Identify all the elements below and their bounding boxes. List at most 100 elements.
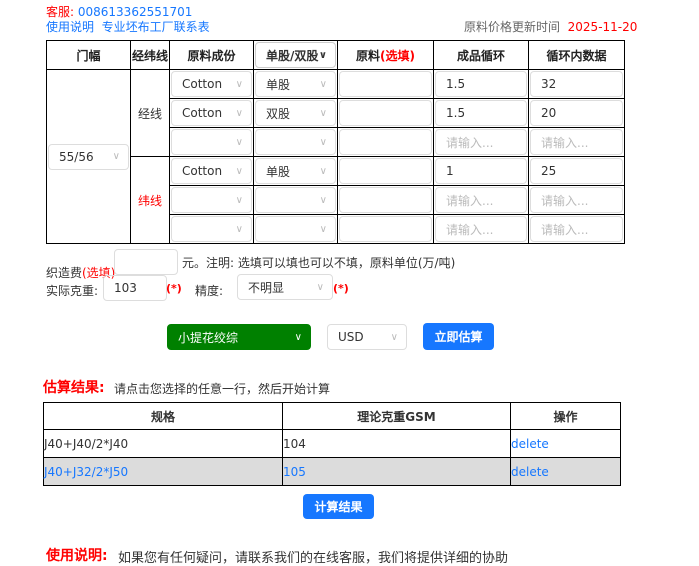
- raw-input[interactable]: [339, 71, 432, 97]
- delete-link[interactable]: delete: [511, 437, 549, 451]
- col-cycle-data: 循环内数据: [528, 40, 625, 70]
- col-action: 操作: [510, 402, 621, 430]
- col-cycle: 成品循环: [433, 40, 529, 70]
- material-select[interactable]: Cotton ∨: [171, 158, 252, 184]
- col-raw: 原料(选填): [337, 40, 434, 70]
- results-table: 规格 理论克重GSM 操作 J40+J40/2*J40 104 delete J40+J…: [43, 402, 621, 486]
- precision-label: 精度:: [195, 284, 224, 298]
- cycle-input[interactable]: 1.5: [435, 100, 527, 126]
- currency-select[interactable]: USD ∨: [327, 324, 407, 350]
- ply-select[interactable]: 单股 ∨: [255, 71, 336, 97]
- chevron-down-icon: ∨: [235, 223, 243, 235]
- chevron-down-icon: ∨: [294, 331, 302, 343]
- chevron-down-icon: ∨: [319, 194, 327, 206]
- raw-input[interactable]: [339, 187, 432, 213]
- chevron-down-icon: ∨: [319, 223, 327, 235]
- material-select-value: Cotton: [182, 164, 223, 178]
- yarn-row: 纬线 Cotton ∨ 单股 ∨ 1 25: [47, 156, 625, 244]
- cycle-input[interactable]: 1.5: [435, 71, 527, 97]
- cycle-input[interactable]: 请输入...: [435, 216, 527, 242]
- weight-required: (*): [166, 282, 182, 295]
- width-value: 55/56: [59, 149, 94, 164]
- ply-header-label: 单股/双股: [266, 48, 319, 63]
- raw-input[interactable]: [339, 100, 432, 126]
- cycle-data-input[interactable]: 请输入...: [530, 216, 623, 242]
- fee-note: 元。注明: 选填可以填也可以不填，原料单位(万/吨): [182, 256, 456, 270]
- chevron-down-icon: ∨: [112, 151, 120, 162]
- ply-select-value: 单股: [266, 77, 291, 92]
- weft-label: 纬线: [130, 156, 170, 244]
- type-select[interactable]: 小提花绞综 ∨: [167, 324, 311, 350]
- cycle-data-input[interactable]: 32: [530, 71, 623, 97]
- chevron-down-icon: ∨: [235, 136, 243, 148]
- fee-label: 织造费: [46, 266, 83, 280]
- ply-select[interactable]: ∨: [255, 129, 336, 155]
- results-title: 估算结果:: [43, 380, 105, 396]
- weight-input[interactable]: 103: [103, 275, 167, 301]
- service-phone[interactable]: 008613362551701: [78, 5, 193, 19]
- chevron-down-icon: ∨: [390, 331, 398, 343]
- chevron-down-icon: ∨: [319, 78, 327, 90]
- results-hint: 请点击您选择的任意一行，然后开始计算: [114, 382, 331, 396]
- ply-select[interactable]: ∨: [255, 216, 336, 242]
- calculate-button[interactable]: 计算结果: [303, 494, 374, 519]
- material-select[interactable]: Cotton ∨: [171, 100, 252, 126]
- precision-select[interactable]: 不明显 ∨: [237, 274, 333, 300]
- result-row[interactable]: J40+J32/2*J50 105 delete: [43, 457, 621, 486]
- col-material: 原料成份: [169, 40, 254, 70]
- spec: J40+J32/2*J50: [43, 457, 283, 486]
- fee-input[interactable]: [114, 249, 178, 275]
- factory-link[interactable]: 专业坯布工厂联系表: [102, 20, 210, 34]
- chevron-down-icon: ∨: [318, 49, 327, 61]
- yarn-table: 门幅 经纬线 原料成份 单股/双股 ∨ 原料(选填) 成品循环 循环内数据 55/…: [46, 40, 625, 244]
- cycle-data-input[interactable]: 请输入...: [530, 187, 623, 213]
- type-value: 小提花绞综: [178, 330, 239, 345]
- cycle-data-input[interactable]: 请输入...: [530, 129, 623, 155]
- usage-link[interactable]: 使用说明: [46, 20, 94, 34]
- weight-label: 实际克重:: [46, 284, 99, 298]
- material-select[interactable]: ∨: [171, 187, 252, 213]
- chevron-down-icon: ∨: [316, 281, 324, 293]
- ply-select-value: 单股: [266, 164, 291, 179]
- ply-select[interactable]: 双股 ∨: [255, 100, 336, 126]
- chevron-down-icon: ∨: [319, 165, 327, 177]
- result-row[interactable]: J40+J40/2*J40 104 delete: [43, 429, 621, 458]
- service-label: 客服:: [46, 5, 75, 19]
- ply-select[interactable]: 单股 ∨: [255, 158, 336, 184]
- col-ply[interactable]: 单股/双股 ∨: [253, 40, 338, 70]
- raw-input[interactable]: [339, 129, 432, 155]
- footer-title: 使用说明:: [46, 548, 108, 564]
- chevron-down-icon: ∨: [235, 165, 243, 177]
- material-select[interactable]: ∨: [171, 216, 252, 242]
- currency-value: USD: [338, 330, 364, 344]
- cycle-input[interactable]: 1: [435, 158, 527, 184]
- ply-select[interactable]: ∨: [255, 187, 336, 213]
- chevron-down-icon: ∨: [235, 107, 243, 119]
- cycle-input[interactable]: 请输入...: [435, 129, 527, 155]
- warp-label: 经线: [130, 69, 170, 157]
- top-links: 使用说明 专业坯布工厂联系表: [46, 18, 210, 35]
- update-date: 2025-11-20: [567, 20, 638, 34]
- cycle-data-input[interactable]: 20: [530, 100, 623, 126]
- material-select[interactable]: ∨: [171, 129, 252, 155]
- raw-input[interactable]: [339, 216, 432, 242]
- cycle-input[interactable]: 请输入...: [435, 187, 527, 213]
- delete-link[interactable]: delete: [511, 465, 549, 479]
- col-gsm: 理论克重GSM: [282, 402, 511, 430]
- chevron-down-icon: ∨: [319, 107, 327, 119]
- width-select[interactable]: 55/56 ∨: [48, 143, 129, 170]
- raw-input[interactable]: [339, 158, 432, 184]
- price-update: 原料价格更新时间 2025-11-20: [464, 18, 637, 35]
- estimate-button[interactable]: 立即估算: [423, 323, 494, 350]
- col-spec: 规格: [43, 402, 283, 430]
- col-width: 门幅: [46, 40, 131, 70]
- cycle-data-input[interactable]: 25: [530, 158, 623, 184]
- material-select[interactable]: Cotton ∨: [171, 71, 252, 97]
- material-select-value: Cotton: [182, 77, 223, 91]
- precision-value: 不明显: [248, 280, 285, 295]
- spec: J40+J40/2*J40: [43, 429, 283, 458]
- gsm: 104: [282, 429, 511, 458]
- material-select-value: Cotton: [182, 106, 223, 120]
- ply-select-value: 双股: [266, 106, 291, 121]
- chevron-down-icon: ∨: [319, 136, 327, 148]
